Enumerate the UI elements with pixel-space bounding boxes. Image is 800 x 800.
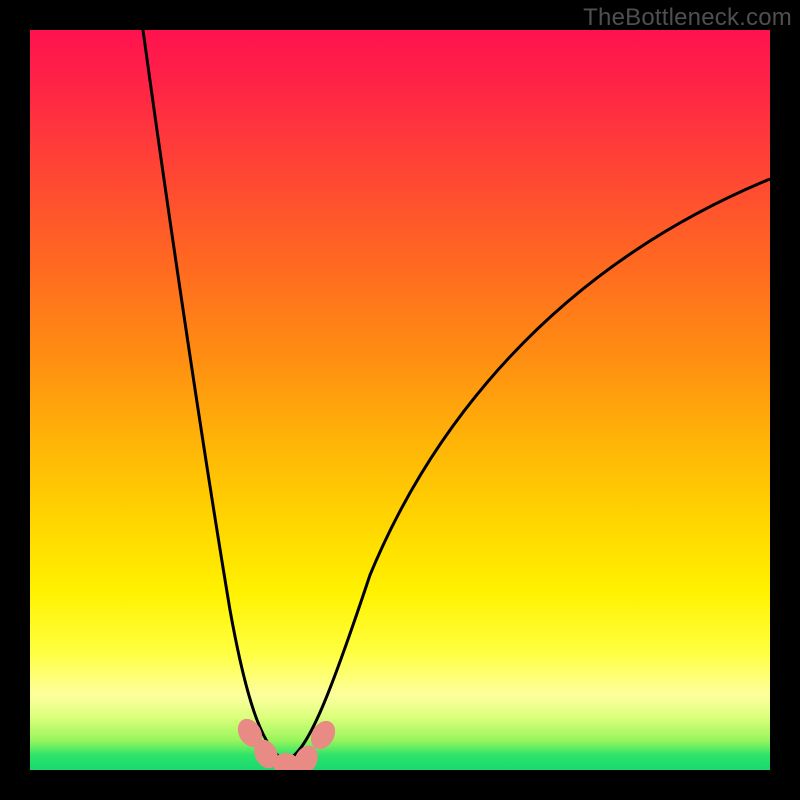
- markers-group: [233, 715, 340, 770]
- watermark-text: TheBottleneck.com: [583, 4, 792, 32]
- left-curve-path: [143, 30, 286, 761]
- plot-area: [30, 30, 770, 770]
- curve-layer: [30, 30, 770, 770]
- chart-frame: TheBottleneck.com: [0, 0, 800, 800]
- right-curve-path: [286, 179, 770, 761]
